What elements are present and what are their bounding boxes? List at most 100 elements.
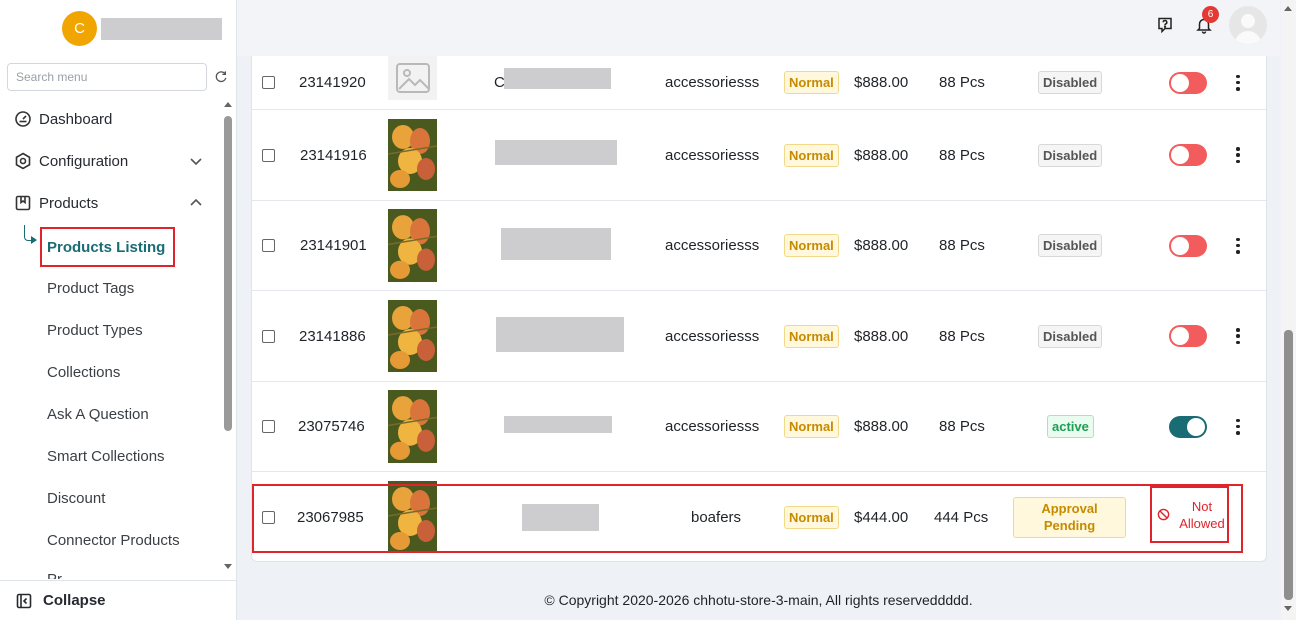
status-badge: Disabled bbox=[1038, 71, 1103, 94]
table-row[interactable]: 23141916 accessoriesss Normal $888.00 88… bbox=[252, 110, 1266, 201]
product-stock: 88 Pcs bbox=[939, 418, 985, 435]
status-badge: Disabled bbox=[1038, 143, 1103, 167]
row-checkbox[interactable] bbox=[262, 329, 275, 343]
scroll-down-arrow-icon[interactable] bbox=[224, 564, 232, 569]
footer-copyright: © Copyright 2020-2026 chhotu-store-3-mai… bbox=[544, 592, 973, 608]
scroll-down-arrow-icon[interactable] bbox=[1284, 606, 1292, 611]
not-allowed-icon bbox=[1157, 508, 1170, 521]
product-stock: 88 Pcs bbox=[939, 74, 985, 91]
product-id: 23141901 bbox=[300, 237, 367, 254]
product-price: $888.00 bbox=[854, 74, 909, 91]
top-header bbox=[237, 0, 1280, 56]
row-more-menu-icon[interactable] bbox=[1235, 328, 1241, 344]
row-more-menu-icon[interactable] bbox=[1235, 237, 1241, 254]
nav-collections[interactable]: Collections bbox=[47, 351, 120, 393]
products-icon bbox=[15, 195, 31, 211]
nav-products[interactable]: Products bbox=[0, 182, 222, 224]
brand[interactable]: C bbox=[62, 11, 222, 46]
status-badge: active bbox=[1047, 415, 1094, 438]
table-row[interactable]: 23141920 C accessoriesss Normal $888.00 … bbox=[252, 56, 1266, 110]
product-name-redacted bbox=[504, 416, 612, 433]
product-category: accessoriesss bbox=[665, 146, 760, 164]
product-price: $888.00 bbox=[854, 146, 909, 164]
row-more-menu-icon[interactable] bbox=[1235, 147, 1241, 163]
collapse-panel-icon bbox=[16, 593, 32, 608]
status-toggle[interactable] bbox=[1169, 325, 1207, 347]
nav-product-tags[interactable]: Product Tags bbox=[47, 267, 134, 309]
product-category: accessoriesss bbox=[665, 418, 760, 435]
scroll-up-arrow-icon[interactable] bbox=[224, 102, 232, 107]
sidebar-scrollbar[interactable] bbox=[222, 98, 235, 578]
help-icon[interactable] bbox=[1156, 16, 1174, 34]
product-name-redacted bbox=[496, 317, 624, 352]
product-stock: 88 Pcs bbox=[939, 146, 985, 164]
status-toggle[interactable] bbox=[1169, 415, 1207, 438]
row-more-menu-icon[interactable] bbox=[1235, 74, 1241, 91]
product-id: 23141920 bbox=[299, 74, 366, 91]
product-name-redacted bbox=[501, 228, 611, 260]
nav-product-types[interactable]: Product Types bbox=[47, 309, 143, 351]
nav-products-label: Products bbox=[39, 194, 99, 212]
brand-avatar: C bbox=[62, 11, 97, 46]
sidebar: C Dashboard Configuration Products Produ… bbox=[0, 0, 237, 620]
product-type-badge: Normal bbox=[784, 71, 839, 94]
search-menu-field bbox=[7, 63, 207, 91]
main-scrollbar[interactable] bbox=[1281, 0, 1296, 620]
product-price: $888.00 bbox=[854, 418, 909, 435]
table-row[interactable]: 23141886 accessoriesss Normal $888.00 88… bbox=[252, 291, 1266, 382]
row-checkbox[interactable] bbox=[262, 420, 275, 433]
chevron-up-icon bbox=[190, 198, 202, 206]
tree-arrow-icon bbox=[31, 236, 37, 244]
product-id: 23141916 bbox=[300, 146, 367, 164]
dashboard-icon bbox=[15, 111, 31, 127]
main-scroll-thumb[interactable] bbox=[1284, 330, 1293, 600]
nav-smart-collections[interactable]: Smart Collections bbox=[47, 435, 165, 477]
collapse-button[interactable]: Collapse bbox=[0, 580, 236, 620]
collapse-label: Collapse bbox=[43, 592, 106, 609]
nav-connector-products[interactable]: Connector Products bbox=[47, 519, 180, 561]
chevron-down-icon bbox=[190, 158, 202, 166]
not-allowed-action: Not Allowed bbox=[1150, 486, 1229, 543]
mango-product-photo bbox=[388, 209, 437, 282]
placeholder-image-icon bbox=[388, 56, 437, 100]
status-toggle[interactable] bbox=[1169, 234, 1207, 257]
refresh-icon[interactable] bbox=[214, 70, 228, 84]
nav-products-listing[interactable]: Products Listing bbox=[40, 227, 175, 267]
notification-count-badge: 6 bbox=[1202, 6, 1219, 23]
sidebar-scroll-thumb[interactable] bbox=[224, 116, 232, 431]
product-price: $888.00 bbox=[854, 237, 909, 254]
mango-product-photo bbox=[388, 390, 437, 463]
user-silhouette-icon bbox=[1234, 14, 1262, 44]
table-row[interactable]: 23141901 accessoriesss Normal $888.00 88… bbox=[252, 201, 1266, 291]
scroll-up-arrow-icon[interactable] bbox=[1284, 6, 1292, 11]
product-category: accessoriesss bbox=[665, 327, 760, 345]
product-stock: 88 Pcs bbox=[939, 237, 985, 254]
settings-hex-icon bbox=[15, 152, 31, 170]
highlighted-row-outline bbox=[252, 484, 1243, 553]
not-allowed-label: Not Allowed bbox=[1179, 498, 1225, 531]
mango-product-photo bbox=[388, 300, 437, 372]
product-type-badge: Normal bbox=[784, 143, 839, 167]
product-name-redacted bbox=[495, 140, 617, 165]
nav-configuration[interactable]: Configuration bbox=[0, 140, 222, 182]
search-menu-input[interactable] bbox=[8, 64, 206, 90]
product-name-redacted bbox=[504, 68, 611, 89]
nav-ask-a-question[interactable]: Ask A Question bbox=[47, 393, 149, 435]
brand-name-redacted bbox=[101, 17, 222, 40]
status-toggle[interactable] bbox=[1169, 71, 1207, 94]
user-avatar[interactable] bbox=[1229, 6, 1267, 44]
row-checkbox[interactable] bbox=[262, 76, 275, 89]
row-checkbox[interactable] bbox=[262, 148, 275, 162]
product-price: $888.00 bbox=[854, 327, 909, 345]
product-id: 23141886 bbox=[299, 327, 366, 345]
mango-product-photo bbox=[388, 119, 437, 191]
nav-truncated-item[interactable]: Pr bbox=[47, 561, 62, 579]
nav-dashboard[interactable]: Dashboard bbox=[0, 98, 222, 140]
status-toggle[interactable] bbox=[1169, 144, 1207, 166]
status-badge: Disabled bbox=[1038, 324, 1103, 348]
row-checkbox[interactable] bbox=[262, 239, 275, 252]
nav-discount[interactable]: Discount bbox=[47, 477, 105, 519]
product-type-badge: Normal bbox=[784, 324, 839, 348]
table-row[interactable]: 23075746 accessoriesss Normal $888.00 88… bbox=[252, 382, 1266, 472]
row-more-menu-icon[interactable] bbox=[1235, 418, 1241, 435]
